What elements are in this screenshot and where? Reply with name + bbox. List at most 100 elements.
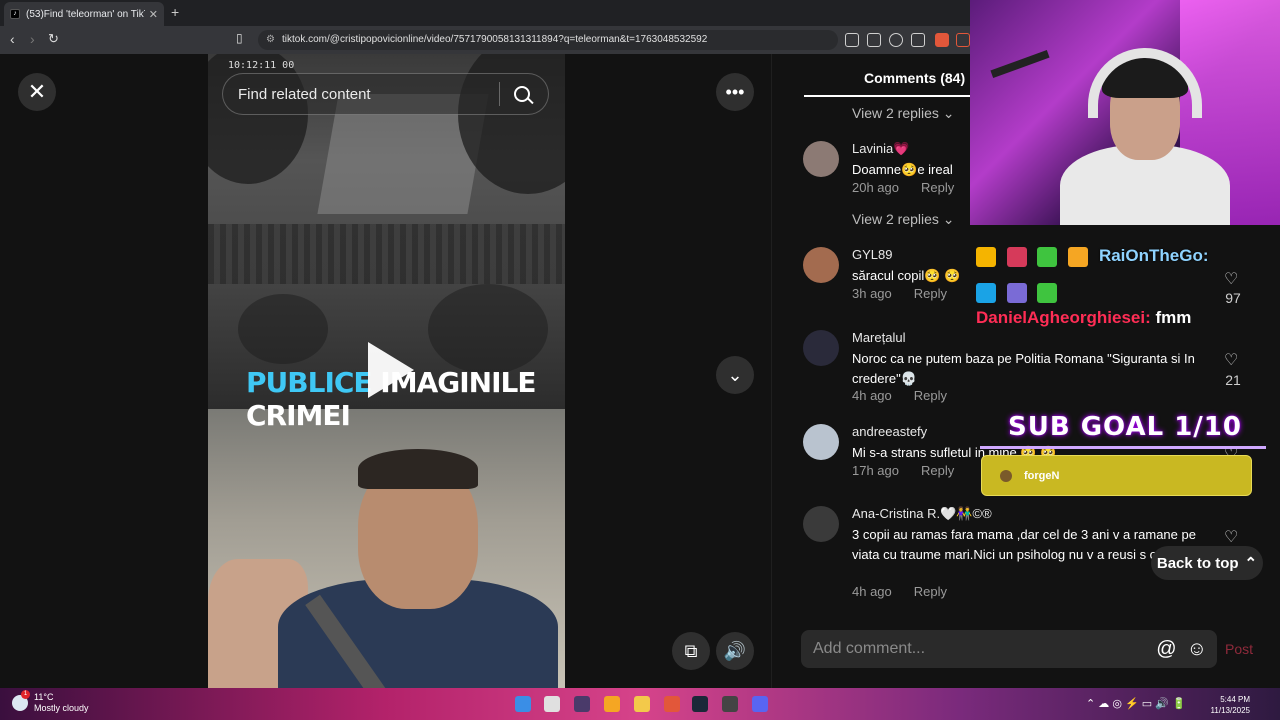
picture-in-picture-icon: ⧉	[684, 640, 698, 661]
sub-goal-bar	[980, 446, 1266, 449]
comment-time: 4h ago	[852, 388, 892, 403]
ad-block-icon[interactable]	[845, 33, 859, 47]
volume-button[interactable]: 🔊	[716, 632, 754, 670]
comment-username[interactable]: Lavinia💗	[852, 141, 909, 157]
view-replies-button[interactable]: View 2 replies ⌄	[852, 105, 955, 122]
avatar[interactable]	[803, 247, 839, 283]
like-heart-icon[interactable]: ♡	[1224, 269, 1238, 289]
like-heart-icon[interactable]: ♡	[1224, 527, 1238, 547]
emoji-icon[interactable]: ☺	[1187, 638, 1207, 661]
avatar[interactable]	[803, 506, 839, 542]
avatar[interactable]	[803, 424, 839, 460]
discord-icon[interactable]	[752, 696, 768, 712]
clock[interactable]: 5:44 PM 11/13/2025	[1204, 694, 1250, 716]
comment-username[interactable]: Ana-Cristina R.🤍👫©®	[852, 506, 992, 522]
zoom-icon[interactable]	[889, 33, 903, 47]
search-placeholder: Find related content	[238, 85, 371, 103]
gift-badge-icon	[1037, 246, 1058, 267]
search-divider	[499, 82, 500, 106]
clock-date: 11/13/2025	[1210, 706, 1250, 715]
brave-icon[interactable]	[664, 696, 680, 712]
site-info-icon[interactable]: ⚙	[266, 30, 275, 50]
brave-shield-icon[interactable]	[935, 33, 949, 47]
weather-widget[interactable]: 1 11°C Mostly cloudy	[12, 690, 89, 714]
avatar[interactable]	[803, 141, 839, 177]
search-input[interactable]: Find related content	[222, 73, 549, 115]
like-count: 21	[1225, 372, 1241, 388]
brave-rewards-icon[interactable]	[956, 33, 970, 47]
picture-in-picture-button[interactable]: ⧉	[672, 632, 710, 670]
new-tab-button[interactable]: +	[171, 4, 179, 20]
file-explorer-icon[interactable]	[634, 696, 650, 712]
tab-comments[interactable]: Comments (84)	[864, 70, 965, 86]
volume-icon: 🔊	[723, 640, 747, 661]
like-heart-icon[interactable]: ♡	[1224, 350, 1238, 370]
clock-time: 5:44 PM	[1220, 695, 1250, 704]
avatar[interactable]	[803, 330, 839, 366]
close-button[interactable]: ✕	[18, 73, 56, 111]
chat-message: RaiOnTheGo:	[976, 246, 1209, 267]
comment-meta: 4h ago Reply	[852, 584, 947, 599]
comment-time: 4h ago	[852, 584, 892, 599]
tiktok-icon: ♪	[10, 9, 20, 19]
cast-icon[interactable]	[867, 33, 881, 47]
share-icon[interactable]	[911, 33, 925, 47]
add-comment-placeholder: Add comment...	[813, 640, 926, 657]
tab-close-icon[interactable]: ✕	[149, 8, 158, 21]
reply-button[interactable]: Reply	[914, 584, 947, 599]
caption-highlight: PUBLICE	[246, 366, 373, 399]
chat-username: DanielAgheorghiesei:	[976, 308, 1151, 327]
close-icon: ✕	[27, 79, 47, 104]
add-comment-input[interactable]: Add comment... @ ☺	[801, 630, 1217, 668]
reply-button[interactable]: Reply	[914, 388, 947, 403]
forward-icon[interactable]: ›	[30, 31, 35, 47]
comment-time: 17h ago	[852, 463, 899, 478]
alert-icon	[1000, 469, 1012, 482]
view-replies-button[interactable]: View 2 replies ⌄	[852, 211, 955, 228]
gift-badge-icon	[1037, 282, 1058, 303]
chat-badges	[976, 282, 1063, 303]
task-view-icon[interactable]	[544, 696, 560, 712]
reload-icon[interactable]: ↻	[48, 31, 59, 47]
back-to-top-label: Back to top	[1156, 554, 1239, 572]
video-player[interactable]: 10:12:11 00 PUBLICE IMAGINILE CRIMEI	[208, 54, 565, 688]
url-text: tiktok.com/@cristipopovicionline/video/7…	[282, 34, 708, 45]
browser-address-bar: ‹ › ↻ ▯ ⚙ tiktok.com/@cristipopovicionli…	[0, 26, 970, 54]
system-tray[interactable]: ⌃ ☁ ◎ ⚡ ▭ 🔊 🔋	[1086, 697, 1186, 710]
mask-badge-icon	[1006, 246, 1027, 267]
start-icon[interactable]	[515, 696, 531, 712]
months-badge-icon	[976, 282, 996, 303]
crown-badge-icon	[976, 246, 996, 267]
play-icon[interactable]	[368, 342, 414, 398]
comment-text: Noroc ca ne putem baza pe Politia Romana…	[852, 351, 1195, 386]
app-icon[interactable]	[604, 696, 620, 712]
robot-badge-icon	[1006, 282, 1027, 303]
more-options-button[interactable]: •••	[716, 73, 754, 111]
double-chevron-up-icon: ⌃	[1244, 555, 1258, 572]
bookmark-icon[interactable]: ▯	[236, 31, 243, 45]
browser-tab-bar: ♪ (53)Find 'teleorman' on TikTok | ✕ +	[0, 0, 970, 26]
reply-button[interactable]: Reply	[921, 180, 954, 195]
steam-icon[interactable]	[692, 696, 708, 712]
comment-username[interactable]: Marețalul	[852, 330, 905, 345]
like-count: 97	[1225, 290, 1241, 306]
comment-username[interactable]: andreeastefy	[852, 424, 927, 439]
post-button[interactable]: Post	[1225, 641, 1253, 657]
search-icon[interactable]	[514, 86, 530, 102]
reply-button[interactable]: Reply	[914, 286, 947, 301]
comment-time: 20h ago	[852, 180, 899, 195]
tier-badge-icon	[1068, 246, 1089, 267]
app-icon[interactable]	[574, 696, 590, 712]
browser-tab[interactable]: ♪ (53)Find 'teleorman' on TikTok | ✕	[4, 2, 164, 26]
back-icon[interactable]: ‹	[10, 31, 15, 47]
comment-meta: 20h ago Reply	[852, 180, 954, 195]
comment-meta: 4h ago Reply	[852, 388, 947, 403]
notification-badge: 1	[21, 690, 30, 699]
comment-username[interactable]: GYL89	[852, 247, 892, 262]
back-to-top-button[interactable]: Back to top ⌃	[1151, 546, 1263, 580]
mention-icon[interactable]: @	[1156, 638, 1176, 661]
url-field[interactable]: ⚙ tiktok.com/@cristipopovicionline/video…	[258, 30, 838, 50]
app-icon[interactable]	[722, 696, 738, 712]
next-video-button[interactable]: ⌄	[716, 356, 754, 394]
reply-button[interactable]: Reply	[921, 463, 954, 478]
